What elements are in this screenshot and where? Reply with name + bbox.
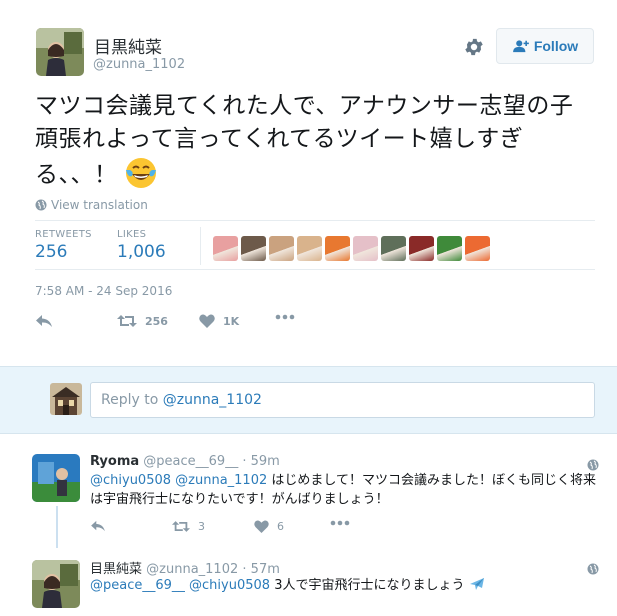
more-dots-icon xyxy=(275,314,295,320)
reply-header: Ryoma @peace__69__ · 59m xyxy=(90,454,280,469)
gear-icon[interactable] xyxy=(463,36,485,58)
reply-time[interactable]: 57m xyxy=(251,562,280,577)
like-button[interactable]: 6 xyxy=(254,520,284,533)
likes-value: 1,006 xyxy=(117,242,166,262)
liker-avatars xyxy=(213,236,490,261)
author-handle[interactable]: @zunna_1102 xyxy=(93,57,185,72)
like-count: 1K xyxy=(223,314,240,328)
stats-divider xyxy=(200,227,201,265)
follow-label: Follow xyxy=(533,38,579,54)
globe-icon[interactable] xyxy=(587,560,599,575)
retweet-count: 256 xyxy=(145,314,168,328)
reply-author-avatar[interactable] xyxy=(32,560,80,608)
liker-avatar[interactable] xyxy=(465,236,490,261)
reply-text: @peace__69__ @chiyu0508 3人で宇宙飛行士になりましょう xyxy=(90,576,600,595)
reply-time[interactable]: 59m xyxy=(251,454,280,469)
current-user-avatar[interactable] xyxy=(50,383,82,415)
tears-of-joy-emoji-icon xyxy=(124,156,158,190)
liker-avatar[interactable] xyxy=(409,236,434,261)
reply-author-handle[interactable]: @zunna_1102 xyxy=(146,562,238,577)
reply-prefix: Reply to xyxy=(101,392,163,408)
reply-author-name[interactable]: 目黒純菜 xyxy=(90,562,142,577)
author-avatar[interactable] xyxy=(36,28,84,76)
airplane-emoji-icon xyxy=(469,578,484,590)
tweet-timestamp[interactable]: 7:58 AM - 24 Sep 2016 xyxy=(35,284,172,298)
tweet-text: マツコ会議見てくれた人で、アナウンサー志望の子 頑張れよって言ってくれてるツイー… xyxy=(35,90,600,192)
like-button[interactable]: 1K xyxy=(199,314,239,328)
reply-tweet: 目黒純菜 @zunna_1102 · 57m @peace__69__ @chi… xyxy=(0,548,617,616)
retweet-button[interactable]: 256 xyxy=(117,314,168,328)
retweet-icon xyxy=(117,315,137,327)
likes-label: LIKES xyxy=(117,229,147,240)
reply-mentions[interactable]: @peace__69__ @chiyu0508 xyxy=(90,578,270,593)
likes-stat[interactable]: LIKES 1,006 xyxy=(117,229,166,262)
reply-body: 3人で宇宙飛行士になりましょう xyxy=(270,578,465,593)
reply-button[interactable] xyxy=(35,314,53,328)
retweets-stat[interactable]: RETWEETS 256 xyxy=(35,229,92,262)
more-button[interactable] xyxy=(330,520,350,526)
tweet-stats: RETWEETS 256 LIKES 1,006 xyxy=(35,220,595,270)
liker-avatar[interactable] xyxy=(297,236,322,261)
reply-mentions[interactable]: @chiyu0508 @zunna_1102 xyxy=(90,473,267,488)
liker-avatar[interactable] xyxy=(353,236,378,261)
reply-icon xyxy=(91,520,105,532)
heart-icon xyxy=(254,520,269,533)
reply-tweet: Ryoma @peace__69__ · 59m @chiyu0508 @zun… xyxy=(0,434,617,548)
reply-mention: @zunna_1102 xyxy=(162,392,262,408)
reply-icon xyxy=(36,315,52,327)
reply-text: @chiyu0508 @zunna_1102 はじめまして！マツコ会議みました！… xyxy=(90,471,600,509)
liker-avatar[interactable] xyxy=(437,236,462,261)
liker-avatar[interactable] xyxy=(213,236,238,261)
globe-icon[interactable] xyxy=(587,456,599,471)
liker-avatar[interactable] xyxy=(381,236,406,261)
tweet-text-line: る、、！ xyxy=(35,156,600,192)
globe-icon xyxy=(35,199,47,211)
view-translation-link[interactable]: View translation xyxy=(35,198,148,212)
retweets-value: 256 xyxy=(35,242,68,262)
tweet-actions: 256 1K xyxy=(35,314,435,336)
main-tweet: 目黒純菜 @zunna_1102 Follow マツコ会議見てくれた人で、アナウ… xyxy=(0,0,617,366)
follow-button[interactable]: Follow xyxy=(496,28,594,64)
retweets-label: RETWEETS xyxy=(35,229,92,240)
heart-icon xyxy=(199,314,215,328)
liker-avatar[interactable] xyxy=(269,236,294,261)
reply-author-avatar[interactable] xyxy=(32,454,80,502)
like-count: 6 xyxy=(277,520,284,533)
reply-author-handle[interactable]: @peace__69__ xyxy=(143,454,238,469)
add-user-icon xyxy=(512,40,529,53)
liker-avatar[interactable] xyxy=(241,236,266,261)
reply-author-name[interactable]: Ryoma xyxy=(90,454,139,469)
reply-actions: 3 6 xyxy=(90,520,390,538)
liker-avatar[interactable] xyxy=(325,236,350,261)
tweet-text-line: マツコ会議見てくれた人で、アナウンサー志望の子 xyxy=(35,93,574,119)
more-dots-icon xyxy=(330,520,350,526)
retweet-button[interactable]: 3 xyxy=(172,520,205,533)
reply-input[interactable]: Reply to @zunna_1102 xyxy=(90,382,595,418)
tweet-text-line: 頑張れよって言ってくれてるツイート嬉しすぎ xyxy=(35,126,524,152)
view-translation-label: View translation xyxy=(51,198,148,212)
reply-header: 目黒純菜 @zunna_1102 · 57m xyxy=(90,562,280,577)
reply-composer: Reply to @zunna_1102 xyxy=(0,366,617,434)
retweet-count: 3 xyxy=(198,520,205,533)
author-name[interactable]: 目黒純菜 xyxy=(94,33,162,58)
reply-button[interactable] xyxy=(90,520,106,532)
retweet-icon xyxy=(172,521,190,532)
more-button[interactable] xyxy=(275,314,295,320)
